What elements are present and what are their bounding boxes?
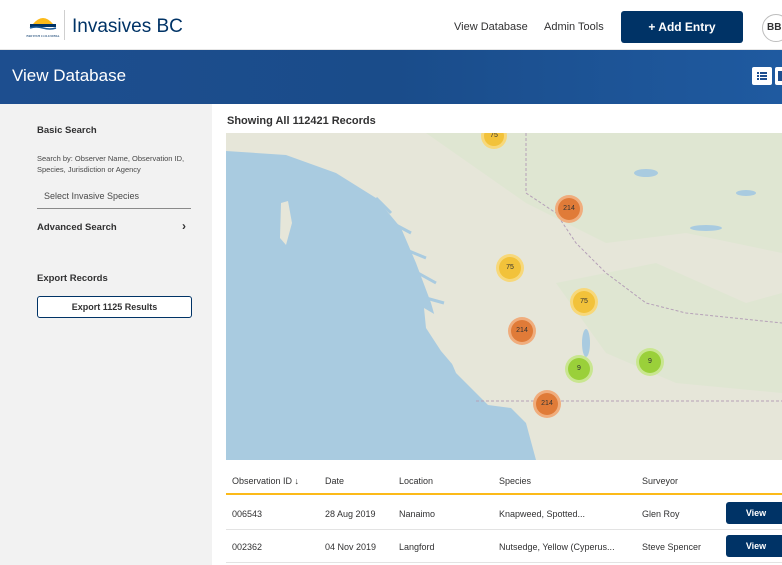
advanced-search-label: Advanced Search — [37, 222, 117, 233]
cluster-count: 75 — [499, 257, 521, 279]
cell-surveyor: Steve Spencer — [642, 542, 702, 552]
grid-icon — [778, 71, 782, 81]
cluster-count: 214 — [558, 198, 580, 220]
table-row[interactable]: 006543 28 Aug 2019 Nanaimo Knapweed, Spo… — [226, 497, 782, 530]
cell-observation-id: 006543 — [232, 509, 263, 519]
search-instructions: Search by: Observer Name, Observation ID… — [37, 154, 185, 174]
list-icon — [757, 72, 767, 80]
map-cluster-marker[interactable]: 75 — [570, 288, 598, 316]
table-header: Observation ID ↓ Date Location Species S… — [226, 462, 782, 495]
species-select-input[interactable]: Select Invasive Species — [37, 187, 191, 209]
cell-observation-id: 002362 — [232, 542, 263, 552]
cluster-count: 9 — [568, 358, 590, 380]
basic-search-heading: Basic Search — [37, 125, 97, 136]
cluster-count: 9 — [639, 351, 661, 373]
column-header-location[interactable]: Location — [399, 476, 433, 486]
export-records-heading: Export Records — [37, 273, 108, 284]
export-results-button[interactable]: Export 1125 Results — [37, 296, 192, 318]
map-cluster-marker[interactable]: 75 — [496, 254, 524, 282]
map-cluster-marker[interactable]: 214 — [508, 317, 536, 345]
map-cluster-marker[interactable]: 214 — [555, 195, 583, 223]
page-title: View Database — [12, 66, 127, 85]
column-header-date[interactable]: Date — [325, 476, 344, 486]
cluster-count: 214 — [511, 320, 533, 342]
map-cluster-marker[interactable]: 214 — [533, 390, 561, 418]
map-basemap — [226, 133, 782, 460]
cell-surveyor: Glen Roy — [642, 509, 680, 519]
advanced-search-toggle[interactable]: Advanced Search › — [37, 219, 191, 237]
table-row[interactable]: 002362 04 Nov 2019 Langford Nutsedge, Ye… — [226, 530, 782, 563]
column-header-species[interactable]: Species — [499, 476, 531, 486]
nav-admin-tools[interactable]: Admin Tools — [544, 21, 604, 33]
map-cluster-marker[interactable]: 9 — [565, 355, 593, 383]
logo-text: BRITISH COLUMBIA — [26, 34, 60, 38]
cell-location: Langford — [399, 542, 435, 552]
cluster-count: 214 — [536, 393, 558, 415]
cluster-count: 75 — [484, 133, 504, 146]
cell-species: Nutsedge, Yellow (Cyperus... — [499, 542, 615, 552]
logo-divider — [64, 10, 65, 40]
records-count-title: Showing All 112421 Records — [227, 115, 376, 127]
observation-map[interactable]: 75 214 75 75 214 9 9 214 — [226, 133, 782, 460]
bc-government-logo[interactable]: BRITISH COLUMBIA — [24, 12, 62, 42]
chevron-right-icon: › — [182, 219, 186, 233]
cluster-count: 75 — [573, 291, 595, 313]
cell-date: 28 Aug 2019 — [325, 509, 376, 519]
map-cluster-marker[interactable]: 9 — [636, 348, 664, 376]
list-view-toggle[interactable] — [752, 67, 772, 85]
user-avatar[interactable]: BB — [762, 14, 782, 42]
app-title: Invasives BC — [72, 16, 183, 37]
view-record-button[interactable]: View — [726, 535, 782, 557]
nav-view-database[interactable]: View Database — [454, 21, 528, 33]
column-header-observation-id[interactable]: Observation ID ↓ — [232, 476, 299, 486]
top-navigation-bar: BRITISH COLUMBIA Invasives BC View Datab… — [0, 0, 782, 50]
view-record-button[interactable]: View — [726, 502, 782, 524]
add-entry-button[interactable]: + Add Entry — [621, 11, 743, 43]
cell-species: Knapweed, Spotted... — [499, 509, 586, 519]
cell-location: Nanaimo — [399, 509, 436, 519]
column-header-surveyor[interactable]: Surveyor — [642, 476, 678, 486]
map-view-toggle[interactable] — [775, 67, 782, 85]
cell-date: 04 Nov 2019 — [325, 542, 377, 552]
